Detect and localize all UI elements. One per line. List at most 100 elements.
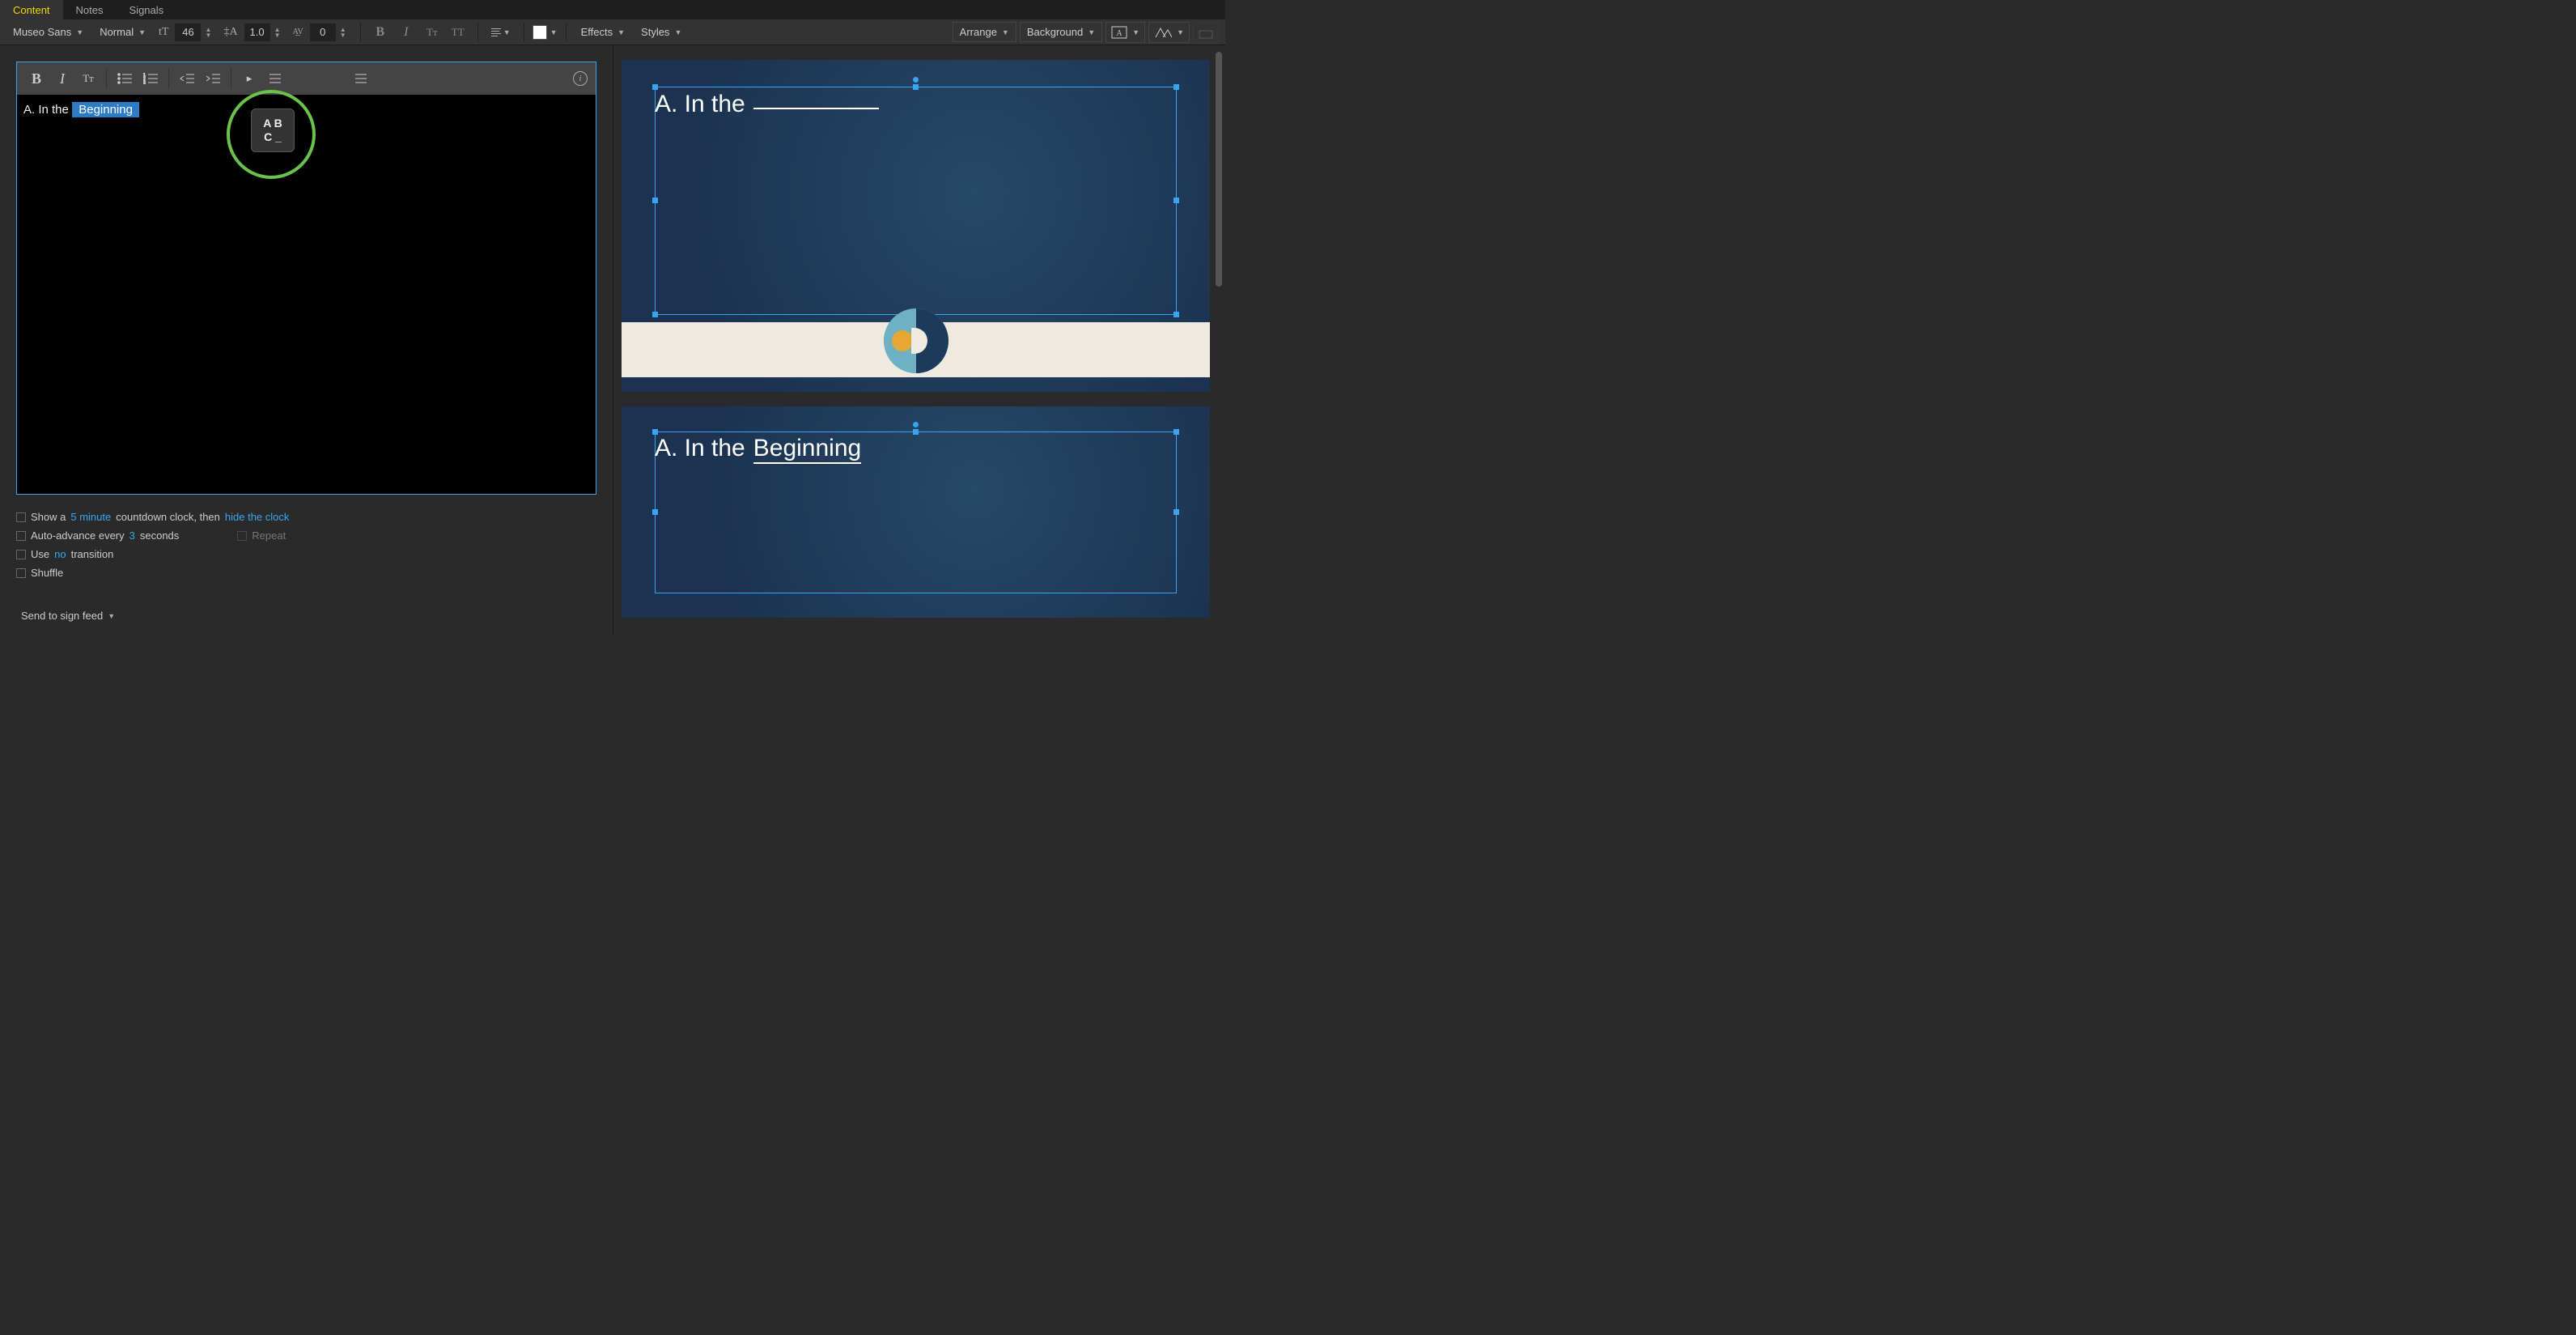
arrange-label: Arrange	[960, 26, 997, 38]
slide-text-prefix: A. In the	[655, 91, 745, 118]
resize-handle[interactable]	[652, 84, 658, 90]
property-bar: Museo Sans ▼ Normal ▼ tT ▲▼ ‡A ▲▼ A͟V ▲▼…	[0, 19, 1225, 45]
font-weight-select[interactable]: Normal ▼	[93, 23, 152, 41]
editor-toolbar: B I Tᴛ 123	[17, 62, 596, 95]
resize-handle[interactable]	[1173, 198, 1179, 203]
arrange-button[interactable]: Arrange ▼	[953, 22, 1016, 42]
opt-autoadvance: Auto-advance every 3 seconds Repeat	[16, 529, 596, 542]
tracking-input[interactable]	[310, 23, 336, 41]
resize-handle[interactable]	[1173, 312, 1179, 317]
resize-handle[interactable]	[652, 198, 658, 203]
resize-handle[interactable]	[1173, 84, 1179, 90]
caret-icon: ▼	[76, 28, 83, 36]
autoadvance-seconds-link[interactable]: 3	[129, 529, 135, 542]
font-size-spinner[interactable]: ▲▼	[204, 27, 212, 38]
font-weight-label: Normal	[100, 26, 134, 38]
opt-text: Use	[31, 548, 49, 560]
background-button[interactable]: Background ▼	[1020, 22, 1102, 42]
send-to-sign-feed-button[interactable]: Send to sign feed ▼	[16, 610, 596, 622]
shuffle-checkbox[interactable]	[16, 568, 26, 578]
abc-top: A B	[263, 117, 282, 130]
autoadvance-checkbox[interactable]	[16, 531, 26, 541]
resize-handle[interactable]	[652, 429, 658, 435]
transition-type-link[interactable]: no	[54, 548, 66, 560]
effects-select[interactable]: Effects ▼	[575, 23, 631, 41]
editor-box: B I Tᴛ 123	[16, 62, 596, 495]
bullet-list-button[interactable]	[113, 67, 136, 90]
slide-options: Show a 5 minute countdown clock, then hi…	[0, 511, 613, 622]
indent-button[interactable]	[202, 67, 224, 90]
caret-icon: ▼	[138, 28, 146, 36]
line-height-input[interactable]	[244, 23, 270, 41]
tab-content[interactable]: Content	[0, 0, 63, 19]
allcaps-button[interactable]: TT	[447, 21, 469, 44]
opt-text: Show a	[31, 511, 66, 523]
rotate-handle[interactable]	[913, 77, 919, 83]
line-height-spinner[interactable]: ▲▼	[274, 27, 282, 38]
font-size-input[interactable]	[175, 23, 201, 41]
resize-handle[interactable]	[652, 312, 658, 317]
font-size-icon: tT	[155, 26, 172, 39]
tracking-spinner[interactable]: ▲▼	[339, 27, 347, 38]
text-color-select[interactable]: ▼	[533, 25, 558, 40]
opt-countdown: Show a 5 minute countdown clock, then hi…	[16, 511, 596, 523]
more-left-button[interactable]: ▸	[238, 67, 261, 90]
opt-text: countdown clock, then	[116, 511, 220, 523]
info-icon[interactable]: i	[573, 71, 588, 86]
left-pane: B I Tᴛ 123	[0, 45, 613, 635]
slide-text: A. In the	[655, 91, 879, 118]
bold-button[interactable]: B	[369, 21, 392, 44]
transition-checkbox[interactable]	[16, 550, 26, 559]
font-family-select[interactable]: Museo Sans ▼	[6, 23, 90, 41]
background-label: Background	[1027, 26, 1083, 38]
smallcaps-button[interactable]: Tᴛ	[77, 67, 100, 90]
caret-icon: ▼	[1177, 28, 1184, 36]
caret-icon: ▼	[674, 28, 681, 36]
outdent-button[interactable]	[176, 67, 198, 90]
text-box-tool[interactable]: A ▼	[1106, 22, 1145, 43]
shape-tool[interactable]: ▼	[1148, 22, 1190, 43]
caret-icon: ▼	[108, 612, 115, 620]
selection-bounds[interactable]	[655, 87, 1177, 315]
scrollbar[interactable]	[1216, 52, 1222, 287]
text-align-select[interactable]: ▼	[486, 28, 516, 36]
caret-icon: ▼	[503, 28, 511, 36]
resize-handle[interactable]	[1173, 429, 1179, 435]
countdown-checkbox[interactable]	[16, 512, 26, 522]
rotate-handle[interactable]	[913, 422, 919, 427]
opt-text: Shuffle	[31, 567, 63, 579]
slide-preview[interactable]: A. In the Beginning	[622, 406, 1210, 618]
editor-text: A. In the	[23, 103, 72, 117]
editor-content[interactable]: A. In the Beginning	[17, 95, 596, 125]
blank-line	[753, 108, 879, 109]
resize-handle[interactable]	[913, 429, 919, 435]
countdown-action-link[interactable]: hide the clock	[225, 511, 290, 523]
tab-notes[interactable]: Notes	[63, 0, 117, 19]
send-label: Send to sign feed	[21, 610, 103, 622]
top-tabs: Content Notes Signals	[0, 0, 1225, 19]
slide-text-prefix: A. In the	[655, 435, 745, 462]
italic-button[interactable]: I	[395, 21, 418, 44]
format-lines-button[interactable]	[264, 67, 286, 90]
color-swatch-icon	[533, 25, 547, 40]
repeat-checkbox[interactable]	[237, 531, 247, 541]
resize-handle[interactable]	[652, 509, 658, 515]
fill-in-blank-button[interactable]: A B C _	[251, 108, 295, 152]
styles-select[interactable]: Styles ▼	[634, 23, 688, 41]
slide-text-word: Beginning	[753, 435, 861, 464]
caret-icon: ▼	[1002, 28, 1009, 36]
slide-text: A. In the Beginning	[655, 435, 861, 464]
preview-pane: A. In the	[613, 45, 1225, 635]
countdown-duration-link[interactable]: 5 minute	[70, 511, 111, 523]
resize-handle[interactable]	[913, 84, 919, 90]
opt-text: Repeat	[252, 529, 286, 542]
slide-preview[interactable]: A. In the	[622, 60, 1210, 392]
tab-signals[interactable]: Signals	[117, 0, 177, 19]
smallcaps-button[interactable]: Tᴛ	[421, 21, 443, 44]
italic-button[interactable]: I	[51, 67, 74, 90]
tracking-icon: A͟V	[290, 28, 307, 36]
format-lines-button-2[interactable]	[350, 67, 372, 90]
resize-handle[interactable]	[1173, 509, 1179, 515]
bold-button[interactable]: B	[25, 67, 48, 90]
numbered-list-button[interactable]: 123	[139, 67, 162, 90]
